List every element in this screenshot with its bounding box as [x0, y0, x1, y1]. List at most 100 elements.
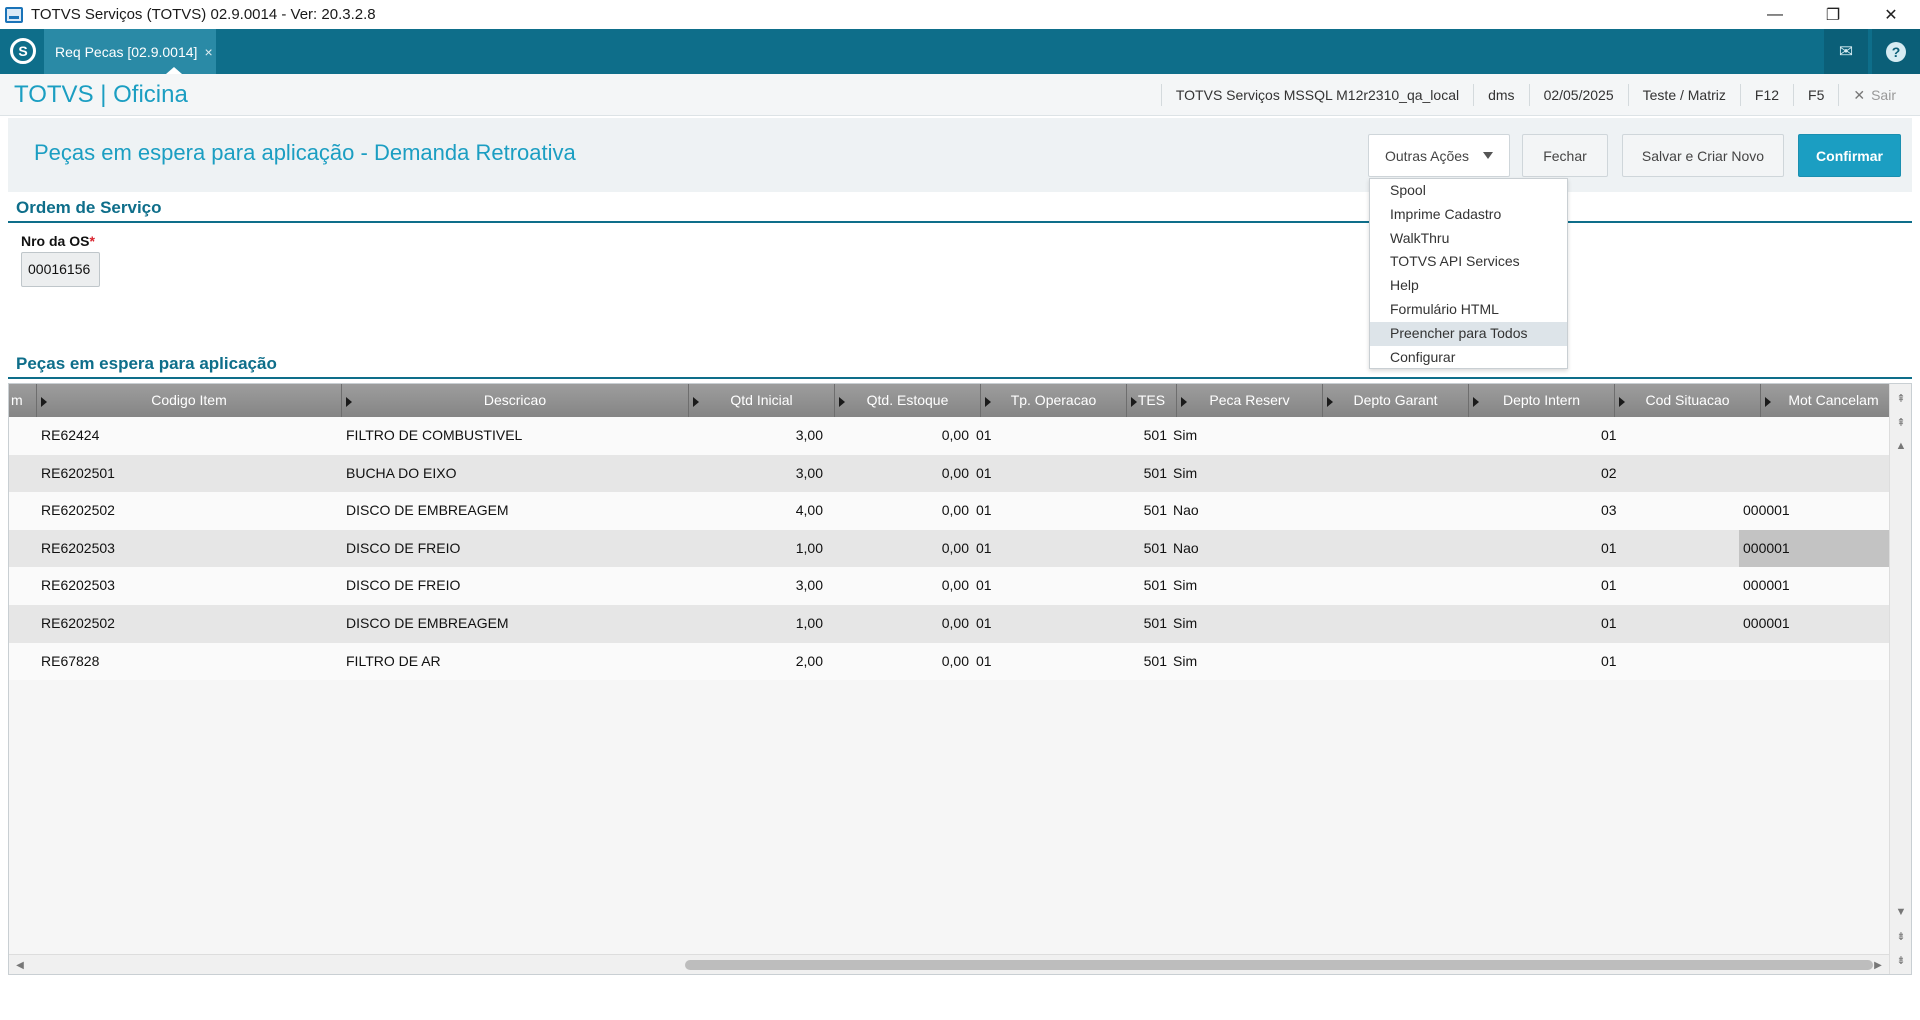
- table-cell[interactable]: 3,00: [689, 455, 823, 493]
- table-cell[interactable]: 000001: [1743, 492, 1889, 530]
- table-cell[interactable]: 501: [1119, 455, 1167, 493]
- totvs-logo-icon[interactable]: S: [10, 38, 36, 64]
- column-header[interactable]: Descricao: [342, 384, 689, 417]
- vertical-scrollbar[interactable]: ⇞ ⇞ ▲ ▼ ⇟ ⇟: [1889, 384, 1911, 974]
- f5-button[interactable]: F5: [1793, 84, 1838, 106]
- table-cell[interactable]: Nao: [1173, 530, 1313, 568]
- table-cell[interactable]: 01: [976, 605, 1116, 643]
- table-cell[interactable]: 0,00: [835, 530, 969, 568]
- table-cell[interactable]: 01: [1601, 530, 1741, 568]
- table-cell[interactable]: [1323, 492, 1463, 530]
- menu-item[interactable]: Configurar: [1370, 346, 1567, 370]
- table-cell[interactable]: Sim: [1173, 643, 1313, 681]
- scroll-up-icon[interactable]: ▲: [1890, 434, 1911, 458]
- table-cell[interactable]: 3,00: [689, 567, 823, 605]
- table-cell[interactable]: Sim: [1173, 417, 1313, 455]
- table-cell[interactable]: [1469, 567, 1609, 605]
- mail-icon[interactable]: ✉: [1824, 29, 1868, 74]
- menu-item[interactable]: WalkThru: [1370, 227, 1567, 251]
- table-cell[interactable]: 0,00: [835, 643, 969, 681]
- tab-req-pecas[interactable]: Req Pecas [02.9.0014] ×: [44, 29, 216, 74]
- table-cell[interactable]: RE6202502: [41, 492, 337, 530]
- table-cell[interactable]: BUCHA DO EIXO: [346, 455, 686, 493]
- minimize-button[interactable]: —: [1746, 0, 1804, 29]
- table-cell[interactable]: 01: [1601, 417, 1741, 455]
- column-header[interactable]: Depto Intern: [1469, 384, 1615, 417]
- column-header[interactable]: Qtd. Estoque: [835, 384, 981, 417]
- menu-item[interactable]: Formulário HTML: [1370, 298, 1567, 322]
- confirmar-button[interactable]: Confirmar: [1798, 134, 1901, 177]
- table-cell[interactable]: RE62424: [41, 417, 337, 455]
- table-cell[interactable]: 0,00: [835, 605, 969, 643]
- table-cell[interactable]: 01: [976, 492, 1116, 530]
- table-cell[interactable]: 0,00: [835, 567, 969, 605]
- table-cell[interactable]: [1469, 643, 1609, 681]
- table-cell[interactable]: Sim: [1173, 455, 1313, 493]
- scroll-top-icon[interactable]: ⇞: [1890, 386, 1911, 410]
- table-cell[interactable]: [1323, 417, 1463, 455]
- table-cell[interactable]: 000001: [1739, 529, 1889, 568]
- table-cell[interactable]: [1323, 567, 1463, 605]
- table-cell[interactable]: 01: [1601, 643, 1741, 681]
- scrollbar-thumb[interactable]: [685, 960, 1873, 970]
- table-cell[interactable]: 0,00: [835, 455, 969, 493]
- table-cell[interactable]: [1323, 605, 1463, 643]
- scroll-left-icon[interactable]: ◀: [11, 955, 29, 974]
- table-row[interactable]: RE67828 FILTRO DE AR 2,00 0,00 01 501 Sim 01: [9, 642, 1889, 681]
- scroll-page-down-icon[interactable]: ⇟: [1890, 924, 1911, 948]
- menu-item[interactable]: TOTVS API Services: [1370, 250, 1567, 274]
- table-cell[interactable]: RE6202503: [41, 530, 337, 568]
- column-header[interactable]: Qtd Inicial: [689, 384, 835, 417]
- table-cell[interactable]: FILTRO DE AR: [346, 643, 686, 681]
- table-cell[interactable]: 01: [976, 567, 1116, 605]
- menu-item[interactable]: Preencher para Todos: [1370, 321, 1567, 346]
- tab-close-icon[interactable]: ×: [204, 44, 212, 60]
- table-cell[interactable]: [1469, 492, 1609, 530]
- table-row[interactable]: RE6202503 DISCO DE FREIO 1,00 0,00 01 501 Nao 0…: [9, 529, 1889, 568]
- table-cell[interactable]: 01: [1601, 605, 1741, 643]
- salvar-criar-novo-button[interactable]: Salvar e Criar Novo: [1622, 134, 1784, 177]
- table-cell[interactable]: 000001: [1743, 605, 1889, 643]
- table-row[interactable]: RE62424 FILTRO DE COMBUSTIVEL 3,00 0,00 01 50…: [9, 417, 1889, 455]
- scroll-bottom-icon[interactable]: ⇟: [1890, 948, 1911, 972]
- table-cell[interactable]: [1743, 417, 1889, 455]
- table-cell[interactable]: [1469, 455, 1609, 493]
- table-cell[interactable]: RE67828: [41, 643, 337, 681]
- table-cell[interactable]: 01: [976, 530, 1116, 568]
- table-cell[interactable]: [1323, 455, 1463, 493]
- outras-acoes-button[interactable]: Outras Ações: [1368, 134, 1510, 177]
- table-cell[interactable]: RE6202502: [41, 605, 337, 643]
- table-cell[interactable]: Sim: [1173, 567, 1313, 605]
- nro-os-field[interactable]: 00016156: [21, 252, 100, 287]
- table-cell[interactable]: DISCO DE FREIO: [346, 567, 686, 605]
- f12-button[interactable]: F12: [1739, 84, 1793, 106]
- table-cell[interactable]: 000001: [1743, 567, 1889, 605]
- scroll-down-icon[interactable]: ▼: [1890, 900, 1911, 924]
- horizontal-scrollbar[interactable]: ◀ ▶: [9, 954, 1889, 974]
- table-cell[interactable]: 501: [1119, 567, 1167, 605]
- table-cell[interactable]: 501: [1119, 492, 1167, 530]
- table-cell[interactable]: RE6202501: [41, 455, 337, 493]
- table-cell[interactable]: [1323, 643, 1463, 681]
- table-cell[interactable]: DISCO DE EMBREAGEM: [346, 492, 686, 530]
- table-cell[interactable]: [1469, 605, 1609, 643]
- column-header[interactable]: Mot Cancelam: [1761, 384, 1907, 417]
- table-cell[interactable]: RE6202503: [41, 567, 337, 605]
- column-header[interactable]: Depto Garant: [1323, 384, 1469, 417]
- table-cell[interactable]: [1743, 643, 1889, 681]
- column-header[interactable]: Peca Reserv: [1177, 384, 1323, 417]
- close-window-button[interactable]: ✕: [1862, 0, 1920, 29]
- table-row[interactable]: RE6202502 DISCO DE EMBREAGEM 1,00 0,00 01 501…: [9, 605, 1889, 643]
- table-cell[interactable]: Nao: [1173, 492, 1313, 530]
- fechar-button[interactable]: Fechar: [1522, 134, 1608, 177]
- table-cell[interactable]: [1469, 530, 1609, 568]
- table-cell[interactable]: 02: [1601, 455, 1741, 493]
- table-cell[interactable]: 501: [1119, 605, 1167, 643]
- column-header[interactable]: Tp. Operacao: [981, 384, 1127, 417]
- table-cell[interactable]: 01: [976, 417, 1116, 455]
- table-cell[interactable]: FILTRO DE COMBUSTIVEL: [346, 417, 686, 455]
- column-header[interactable]: Codigo Item: [37, 384, 342, 417]
- table-cell[interactable]: 03: [1601, 492, 1741, 530]
- table-cell[interactable]: [1743, 455, 1889, 493]
- table-cell[interactable]: 3,00: [689, 417, 823, 455]
